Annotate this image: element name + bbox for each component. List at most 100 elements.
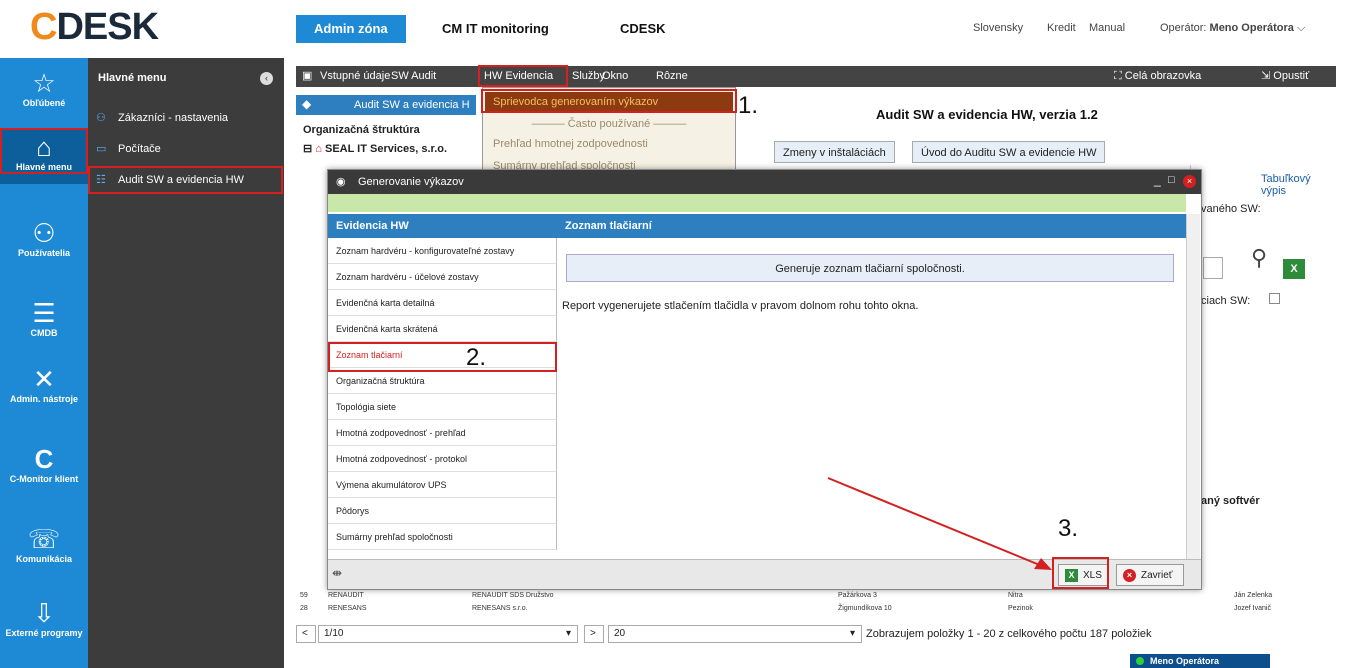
side-checkbox[interactable] bbox=[1269, 293, 1280, 304]
users-icon: ⚇ bbox=[32, 218, 56, 248]
org-tree-root[interactable]: ⊟ ⌂ SEAL IT Services, s.r.o. bbox=[303, 142, 447, 155]
maximize-icon[interactable]: □ bbox=[1168, 174, 1175, 186]
report-instruction: Report vygenerujete stlačením tlačidla v… bbox=[562, 300, 919, 312]
c-monitor-icon: C bbox=[34, 444, 54, 474]
table-view-link[interactable]: Tabuľkový výpis bbox=[1261, 173, 1336, 197]
highlight-main-menu bbox=[0, 128, 88, 174]
iconbar-cmdb[interactable]: ☰ CMDB bbox=[0, 298, 88, 338]
tab-cm-it-monitoring[interactable]: CM IT monitoring bbox=[424, 15, 567, 43]
page-size-select[interactable]: 20 ▾ bbox=[608, 625, 862, 643]
collapse-tree-icon[interactable]: ⊟ bbox=[303, 143, 315, 155]
app-header-tab[interactable]: Audit SW a evidencia H bbox=[296, 95, 476, 115]
menu-sw-audit[interactable]: SW Audit bbox=[391, 66, 436, 87]
prev-page-button[interactable]: < bbox=[296, 625, 316, 643]
excel-icon[interactable]: X bbox=[1283, 259, 1305, 279]
report-item[interactable]: Hmotná zodpovednosť - prehľad bbox=[328, 420, 557, 446]
table-row[interactable]: 59 RENAUDIT RENAUDIT SDS Družstvo Pažárkova… bbox=[300, 592, 1330, 604]
cdesk-logo[interactable]: CDESK bbox=[30, 6, 159, 49]
report-item[interactable]: Hmotná zodpovednosť - protokol bbox=[328, 446, 557, 472]
report-detail-header: Zoznam tlačiarní bbox=[557, 214, 1186, 238]
tools-icon: ✕ bbox=[33, 364, 55, 394]
manual-link[interactable]: Manual bbox=[1089, 22, 1125, 34]
iconbar-favorites[interactable]: ☆ Obľúbené bbox=[0, 68, 88, 108]
iconbar-admin-tools[interactable]: ✕ Admin. nástroje bbox=[0, 364, 88, 404]
dialog-title: Generovanie výkazov bbox=[328, 170, 1201, 194]
tab-cdesk[interactable]: CDESK bbox=[602, 15, 684, 43]
app-title: Audit SW a evidencia HW, verzia 1.2 bbox=[876, 107, 1098, 122]
report-item[interactable]: Zoznam hardvéru - konfigurovateľné zosta… bbox=[328, 238, 557, 264]
side-text-3: aný softvér bbox=[1201, 495, 1260, 507]
highlight-printer-list bbox=[328, 342, 557, 372]
back-arrow-icon[interactable]: ◆ bbox=[302, 97, 311, 111]
report-item[interactable]: Topológia siete bbox=[328, 394, 557, 420]
database-icon: ☰ bbox=[32, 298, 56, 328]
main-menu-panel: Hlavné menu ‹ ⚇ Zákazníci - nastavenia ▭ P… bbox=[88, 58, 284, 668]
menu-okno[interactable]: Okno bbox=[602, 66, 628, 87]
operator-status-badge[interactable]: Meno Operátora bbox=[1130, 654, 1270, 668]
users-icon: ⚇ bbox=[96, 112, 106, 124]
close-button[interactable]: × Zavrieť bbox=[1116, 564, 1184, 586]
iconbar-communication[interactable]: ☏ Komunikácia bbox=[0, 524, 88, 564]
star-icon: ☆ bbox=[32, 68, 56, 98]
dialog-app-icon: ◉ bbox=[336, 176, 346, 188]
page-select[interactable]: 1/10 ▾ bbox=[318, 625, 578, 643]
main-menu-title: Hlavné menu bbox=[98, 72, 167, 84]
close-icon[interactable]: × bbox=[1183, 175, 1196, 188]
menu-item-computers[interactable]: ▭ Počítače bbox=[96, 137, 282, 161]
language-link[interactable]: Slovensky bbox=[973, 22, 1023, 34]
side-panel: Tabuľkový výpis vaného SW: ⚲ X ciach SW:… bbox=[1190, 165, 1336, 585]
exit-button[interactable]: ⇲ Opustiť bbox=[1261, 66, 1309, 87]
side-input[interactable] bbox=[1203, 257, 1223, 279]
highlight-wizard bbox=[481, 89, 737, 113]
pager-summary: Zobrazujem položky 1 - 20 z celkového po… bbox=[866, 628, 1152, 640]
resize-icon[interactable]: ⇼ bbox=[332, 566, 342, 580]
cancel-icon: × bbox=[1123, 569, 1136, 582]
step-2-label: 2. bbox=[466, 344, 487, 371]
report-list: Zoznam hardvéru - konfigurovateľné zosta… bbox=[328, 238, 557, 559]
highlight-hw-evidencia bbox=[478, 65, 568, 87]
iconbar-users[interactable]: ⚇ Používatelia bbox=[0, 218, 88, 258]
next-page-button[interactable]: > bbox=[584, 625, 604, 643]
table-row[interactable]: 28 RENESANS RENESANS s.r.o. Žigmundíkova 10… bbox=[300, 605, 1330, 617]
menu-sluzby[interactable]: Služby bbox=[572, 66, 605, 87]
report-item[interactable]: Zoznam hardvéru - účelové zostavy bbox=[328, 264, 557, 290]
operator-menu[interactable]: Operátor: Meno Operátora ⌵ bbox=[1160, 22, 1305, 35]
menu-rozne[interactable]: Rôzne bbox=[656, 66, 688, 87]
report-item[interactable]: Pôdorys bbox=[328, 498, 557, 524]
app-menu-bar: ▣ Vstupné údaje SW Audit HW Evidencia Sl… bbox=[296, 66, 1336, 87]
report-item[interactable]: Výmena akumulátorov UPS bbox=[328, 472, 557, 498]
credit-link[interactable]: Kredit bbox=[1047, 22, 1076, 34]
dialog-green-bar bbox=[328, 194, 1186, 212]
dialog-scrollbar[interactable] bbox=[1186, 214, 1200, 559]
online-status-icon bbox=[1136, 657, 1144, 665]
tab-admin-zona[interactable]: Admin zóna bbox=[296, 15, 406, 43]
collapse-icon[interactable]: ‹ bbox=[260, 72, 273, 85]
side-text-1: vaného SW: bbox=[1201, 203, 1261, 215]
tab-uvod-do-auditu[interactable]: Úvod do Auditu SW a evidencie HW bbox=[912, 141, 1106, 163]
exit-icon: ⇲ bbox=[1261, 70, 1274, 82]
annotation-arrow bbox=[827, 477, 1052, 570]
menu-vstupne-udaje[interactable]: Vstupné údaje bbox=[320, 66, 390, 87]
menu-item-customers[interactable]: ⚇ Zákazníci - nastavenia bbox=[96, 106, 282, 130]
communication-icon: ☏ bbox=[27, 524, 61, 554]
fullscreen-icon: ⛶ bbox=[1114, 70, 1125, 82]
minimize-icon[interactable]: _ bbox=[1154, 173, 1161, 187]
report-description: Generuje zoznam tlačiarní spoločnosti. bbox=[566, 254, 1174, 282]
search-icon[interactable]: ⚲ bbox=[1251, 245, 1267, 271]
chevron-down-icon: ▾ bbox=[565, 628, 571, 639]
highlight-xls-button bbox=[1052, 557, 1109, 589]
org-structure-label: Organizačná štruktúra bbox=[303, 124, 420, 136]
iconbar-c-monitor[interactable]: C C-Monitor klient bbox=[0, 444, 88, 484]
tab-zmeny-v-instalaciach[interactable]: Zmeny v inštaláciách bbox=[774, 141, 895, 163]
iconbar-external[interactable]: ⇩ Externé programy bbox=[0, 598, 88, 638]
dropdown-item-hmotna[interactable]: Prehľad hmotnej zodpovednosti bbox=[493, 134, 648, 154]
home-icon: ⌂ bbox=[315, 143, 325, 155]
report-item[interactable]: Evidenčná karta detailná bbox=[328, 290, 557, 316]
report-item[interactable]: Sumárny prehľad spoločnosti bbox=[328, 524, 557, 550]
side-text-2: ciach SW: bbox=[1201, 295, 1251, 307]
highlight-audit-menu bbox=[88, 166, 283, 194]
external-icon: ⇩ bbox=[33, 598, 55, 628]
operator-label: Operátor: bbox=[1160, 22, 1207, 34]
fullscreen-button[interactable]: ⛶ Celá obrazovka bbox=[1114, 66, 1201, 87]
report-item[interactable]: Evidenčná karta skrátená bbox=[328, 316, 557, 342]
